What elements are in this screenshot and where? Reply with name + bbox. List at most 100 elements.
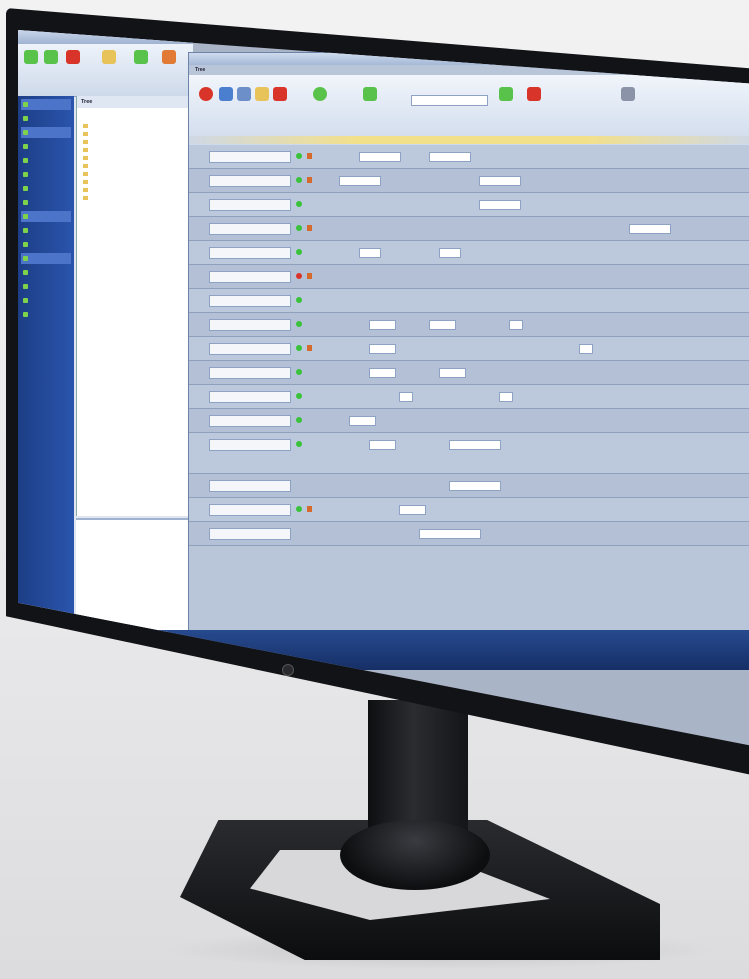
tree-node[interactable]: [77, 154, 194, 162]
taskbar-app-icon[interactable]: [46, 638, 60, 652]
nav-item[interactable]: [21, 127, 71, 138]
row-field[interactable]: [369, 320, 396, 330]
row-field[interactable]: [449, 440, 501, 450]
nav-item[interactable]: [21, 281, 71, 292]
ribbon-search-input[interactable]: [411, 95, 488, 106]
start-button[interactable]: [22, 634, 40, 652]
row-field[interactable]: [449, 481, 501, 491]
ribbon-button-add[interactable]: [40, 50, 62, 88]
row-name-field[interactable]: [209, 247, 291, 259]
table-row[interactable]: [189, 217, 749, 241]
ribbon-button-stop[interactable]: [195, 87, 217, 125]
nav-item[interactable]: [21, 169, 71, 180]
nav-item[interactable]: [21, 113, 71, 124]
nav-item[interactable]: [21, 141, 71, 152]
table-row[interactable]: [189, 169, 749, 193]
ribbon-button-delete[interactable]: [62, 50, 84, 88]
ribbon-button-user[interactable]: [617, 87, 639, 125]
table-row[interactable]: [189, 265, 749, 289]
nav-item[interactable]: [21, 155, 71, 166]
tree-node[interactable]: [77, 186, 194, 194]
tree-node[interactable]: [77, 170, 194, 178]
row-name-field[interactable]: [209, 391, 291, 403]
table-row[interactable]: [189, 241, 749, 265]
ribbon-button-delete[interactable]: [269, 87, 291, 125]
row-field[interactable]: [429, 152, 471, 162]
row-field[interactable]: [479, 200, 521, 210]
row-name-field[interactable]: [209, 367, 291, 379]
row-field[interactable]: [349, 416, 376, 426]
row-name-field[interactable]: [209, 439, 291, 451]
nav-item[interactable]: [21, 267, 71, 278]
row-field[interactable]: [439, 368, 466, 378]
row-field[interactable]: [339, 176, 381, 186]
row-field[interactable]: [579, 344, 593, 354]
row-field[interactable]: [399, 392, 413, 402]
row-field[interactable]: [629, 224, 671, 234]
nav-item[interactable]: [21, 253, 71, 264]
row-name-field[interactable]: [209, 528, 291, 540]
table-row[interactable]: [189, 474, 749, 498]
nav-item[interactable]: [21, 239, 71, 250]
table-row[interactable]: [189, 337, 749, 361]
row-name-field[interactable]: [209, 175, 291, 187]
ribbon-button-copy[interactable]: [98, 50, 120, 88]
row-name-field[interactable]: [209, 151, 291, 163]
folder-icon[interactable]: [66, 638, 80, 652]
table-row[interactable]: [189, 313, 749, 337]
row-name-field[interactable]: [209, 199, 291, 211]
tree-node[interactable]: [77, 162, 194, 170]
table-row[interactable]: [189, 433, 749, 474]
table-row[interactable]: [189, 193, 749, 217]
tree-node[interactable]: [77, 146, 194, 154]
row-field[interactable]: [399, 505, 426, 515]
tree-node[interactable]: [77, 138, 194, 146]
ribbon-button-report[interactable]: [158, 50, 180, 88]
nav-item[interactable]: [21, 225, 71, 236]
row-name-field[interactable]: [209, 295, 291, 307]
row-field[interactable]: [369, 344, 396, 354]
table-row[interactable]: [189, 409, 749, 433]
row-field[interactable]: [509, 320, 523, 330]
row-field[interactable]: [369, 440, 396, 450]
row-name-field[interactable]: [209, 223, 291, 235]
nav-item[interactable]: [21, 309, 71, 320]
row-field[interactable]: [369, 368, 396, 378]
ribbon-button-remove[interactable]: [523, 87, 545, 125]
row-name-field[interactable]: [209, 319, 291, 331]
table-row[interactable]: [189, 522, 749, 546]
flag-icon: [307, 177, 312, 183]
ribbon-button-add[interactable]: [359, 87, 381, 125]
table-row[interactable]: [189, 289, 749, 313]
row-name-field[interactable]: [209, 504, 291, 516]
nav-item[interactable]: [21, 197, 71, 208]
tree-node[interactable]: [77, 194, 194, 202]
table-row[interactable]: [189, 145, 749, 169]
table-row[interactable]: [189, 498, 749, 522]
nav-item[interactable]: [21, 295, 71, 306]
row-field[interactable]: [429, 320, 456, 330]
row-field[interactable]: [359, 152, 401, 162]
row-name-field[interactable]: [209, 415, 291, 427]
row-name-field[interactable]: [209, 343, 291, 355]
ribbon-button-run[interactable]: [130, 50, 152, 88]
ribbon-button-refresh[interactable]: [309, 87, 331, 125]
row-field[interactable]: [479, 176, 521, 186]
row-name-field[interactable]: [209, 271, 291, 283]
tree-node[interactable]: [77, 178, 194, 186]
table-row[interactable]: [189, 361, 749, 385]
tree-node[interactable]: [77, 122, 194, 130]
taskbar-app-icon[interactable]: [86, 638, 100, 652]
row-field[interactable]: [419, 529, 481, 539]
ribbon-button-add-2[interactable]: [495, 87, 517, 125]
tree-node[interactable]: [77, 130, 194, 138]
table-row[interactable]: [189, 385, 749, 409]
nav-item[interactable]: [21, 183, 71, 194]
row-field[interactable]: [499, 392, 513, 402]
row-field[interactable]: [359, 248, 381, 258]
row-field[interactable]: [439, 248, 461, 258]
nav-item[interactable]: [21, 99, 71, 110]
ribbon-button-new[interactable]: [20, 50, 42, 88]
row-name-field[interactable]: [209, 480, 291, 492]
nav-item[interactable]: [21, 211, 71, 222]
